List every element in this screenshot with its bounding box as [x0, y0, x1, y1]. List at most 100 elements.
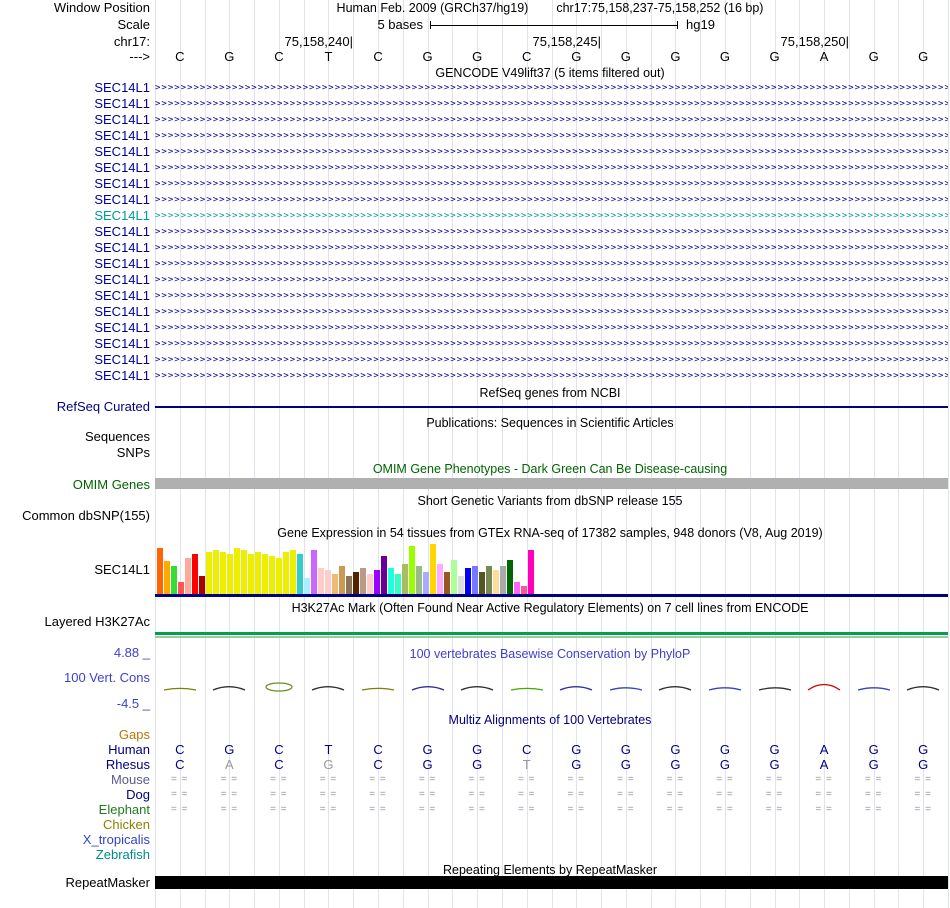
- gtex-expression-bar[interactable]: [360, 568, 366, 594]
- gtex-expression-bar[interactable]: [514, 582, 520, 594]
- gtex-expression-bar[interactable]: [339, 566, 345, 594]
- gtex-expression-bar[interactable]: [493, 570, 499, 594]
- gtex-expression-bar[interactable]: [213, 550, 219, 594]
- gtex-expression-bar[interactable]: [304, 578, 310, 594]
- gencode-transcript[interactable]: >>>>>>>>>>>>>>>>>>>>>>>>>>>>>>>>>>>>>>>>…: [155, 82, 948, 96]
- gtex-expression-bar[interactable]: [325, 570, 331, 594]
- gtex-expression-bar[interactable]: [395, 574, 401, 594]
- gencode-item-label[interactable]: SEC14L1: [0, 193, 150, 207]
- gencode-transcript[interactable]: >>>>>>>>>>>>>>>>>>>>>>>>>>>>>>>>>>>>>>>>…: [155, 98, 948, 112]
- gencode-transcript[interactable]: >>>>>>>>>>>>>>>>>>>>>>>>>>>>>>>>>>>>>>>>…: [155, 290, 948, 304]
- gencode-item-label[interactable]: SEC14L1: [0, 337, 150, 351]
- gtex-expression-bar[interactable]: [381, 556, 387, 594]
- gtex-expression-bar[interactable]: [283, 552, 289, 594]
- repeatmasker-bar[interactable]: [155, 876, 948, 889]
- gtex-expression-bar[interactable]: [479, 572, 485, 594]
- gtex-expression-bar[interactable]: [297, 554, 303, 594]
- gencode-item-label[interactable]: SEC14L1: [0, 289, 150, 303]
- gtex-expression-bar[interactable]: [465, 568, 471, 594]
- gencode-transcript[interactable]: >>>>>>>>>>>>>>>>>>>>>>>>>>>>>>>>>>>>>>>>…: [155, 306, 948, 320]
- gtex-expression-bar[interactable]: [185, 558, 191, 594]
- species-label-zebrafish[interactable]: Zebrafish: [0, 848, 150, 862]
- gencode-item-label[interactable]: SEC14L1: [0, 161, 150, 175]
- gencode-transcript[interactable]: >>>>>>>>>>>>>>>>>>>>>>>>>>>>>>>>>>>>>>>>…: [155, 274, 948, 288]
- gtex-expression-bar[interactable]: [248, 554, 254, 594]
- gtex-expression-bar[interactable]: [290, 550, 296, 594]
- gencode-item-label[interactable]: SEC14L1: [0, 241, 150, 255]
- gtex-expression-bar[interactable]: [311, 550, 317, 594]
- gtex-expression-bar[interactable]: [444, 572, 450, 594]
- gencode-item-label[interactable]: SEC14L1: [0, 113, 150, 127]
- gencode-item-label[interactable]: SEC14L1: [0, 369, 150, 383]
- species-label-mouse[interactable]: Mouse: [0, 773, 150, 787]
- gencode-item-label[interactable]: SEC14L1: [0, 177, 150, 191]
- species-label-gaps[interactable]: Gaps: [0, 728, 150, 742]
- gtex-gene-label[interactable]: SEC14L1: [0, 563, 150, 577]
- gencode-transcript[interactable]: >>>>>>>>>>>>>>>>>>>>>>>>>>>>>>>>>>>>>>>>…: [155, 354, 948, 368]
- gtex-expression-bar[interactable]: [269, 556, 275, 594]
- gtex-expression-bar[interactable]: [409, 546, 415, 594]
- gencode-item-label[interactable]: SEC14L1: [0, 273, 150, 287]
- gencode-transcript[interactable]: >>>>>>>>>>>>>>>>>>>>>>>>>>>>>>>>>>>>>>>>…: [155, 178, 948, 192]
- gencode-transcript[interactable]: >>>>>>>>>>>>>>>>>>>>>>>>>>>>>>>>>>>>>>>>…: [155, 130, 948, 144]
- gtex-expression-bar[interactable]: [528, 550, 534, 594]
- gtex-expression-bar[interactable]: [430, 544, 436, 594]
- gtex-expression-bar[interactable]: [500, 566, 506, 594]
- gtex-expression-bar[interactable]: [451, 560, 457, 594]
- gtex-expression-bar[interactable]: [192, 554, 198, 594]
- repeatmasker-track-label[interactable]: RepeatMasker: [0, 876, 150, 890]
- sequences-track-label[interactable]: Sequences: [0, 430, 150, 444]
- gtex-expression-bar[interactable]: [346, 576, 352, 594]
- gencode-item-label[interactable]: SEC14L1: [0, 257, 150, 271]
- gtex-expression-bar[interactable]: [437, 564, 443, 594]
- species-label-human[interactable]: Human: [0, 743, 150, 757]
- gtex-expression-bar[interactable]: [220, 552, 226, 594]
- gencode-item-label[interactable]: SEC14L1: [0, 321, 150, 335]
- gtex-expression-bar[interactable]: [402, 564, 408, 594]
- gencode-transcript[interactable]: >>>>>>>>>>>>>>>>>>>>>>>>>>>>>>>>>>>>>>>>…: [155, 322, 948, 336]
- gtex-expression-bar[interactable]: [241, 550, 247, 594]
- gtex-expression-bar[interactable]: [374, 570, 380, 594]
- gtex-expression-bar[interactable]: [458, 576, 464, 594]
- gencode-item-label[interactable]: SEC14L1: [0, 353, 150, 367]
- gencode-item-label[interactable]: SEC14L1: [0, 145, 150, 159]
- gencode-item-label[interactable]: SEC14L1: [0, 81, 150, 95]
- species-label-x_tropicalis[interactable]: X_tropicalis: [0, 833, 150, 847]
- gencode-transcript[interactable]: >>>>>>>>>>>>>>>>>>>>>>>>>>>>>>>>>>>>>>>>…: [155, 194, 948, 208]
- phylop-track-label[interactable]: 100 Vert. Cons: [0, 671, 150, 685]
- species-label-dog[interactable]: Dog: [0, 788, 150, 802]
- refseq-curated-label[interactable]: RefSeq Curated: [0, 400, 150, 414]
- gtex-expression-bar[interactable]: [276, 558, 282, 594]
- gencode-transcript[interactable]: >>>>>>>>>>>>>>>>>>>>>>>>>>>>>>>>>>>>>>>>…: [155, 370, 948, 384]
- gtex-expression-bar[interactable]: [234, 548, 240, 594]
- h3k27ac-track-label[interactable]: Layered H3K27Ac: [0, 615, 150, 629]
- gencode-transcript[interactable]: >>>>>>>>>>>>>>>>>>>>>>>>>>>>>>>>>>>>>>>>…: [155, 162, 948, 176]
- omim-genes-label[interactable]: OMIM Genes: [0, 478, 150, 492]
- snps-track-label[interactable]: SNPs: [0, 446, 150, 460]
- gtex-expression-bar[interactable]: [262, 554, 268, 594]
- gencode-transcript[interactable]: >>>>>>>>>>>>>>>>>>>>>>>>>>>>>>>>>>>>>>>>…: [155, 146, 948, 160]
- gtex-expression-bar[interactable]: [199, 576, 205, 594]
- gencode-transcript[interactable]: >>>>>>>>>>>>>>>>>>>>>>>>>>>>>>>>>>>>>>>>…: [155, 226, 948, 240]
- species-label-chicken[interactable]: Chicken: [0, 818, 150, 832]
- gtex-expression-bar[interactable]: [486, 566, 492, 594]
- gtex-expression-bar[interactable]: [367, 574, 373, 594]
- gtex-expression-bar[interactable]: [472, 566, 478, 594]
- gencode-item-label[interactable]: SEC14L1: [0, 209, 150, 223]
- gtex-expression-bar[interactable]: [227, 554, 233, 594]
- gencode-transcript[interactable]: >>>>>>>>>>>>>>>>>>>>>>>>>>>>>>>>>>>>>>>>…: [155, 114, 948, 128]
- species-label-elephant[interactable]: Elephant: [0, 803, 150, 817]
- dbsnp-track-label[interactable]: Common dbSNP(155): [0, 509, 150, 523]
- gtex-expression-bar[interactable]: [521, 586, 527, 594]
- gencode-item-label[interactable]: SEC14L1: [0, 225, 150, 239]
- gencode-transcript[interactable]: >>>>>>>>>>>>>>>>>>>>>>>>>>>>>>>>>>>>>>>>…: [155, 210, 948, 224]
- gtex-expression-bar[interactable]: [423, 572, 429, 594]
- gtex-expression-bar[interactable]: [318, 568, 324, 594]
- gtex-expression-bar[interactable]: [353, 572, 359, 594]
- gtex-expression-bar[interactable]: [507, 560, 513, 594]
- refseq-curated-item[interactable]: [155, 406, 948, 408]
- gtex-expression-bar[interactable]: [255, 552, 261, 594]
- gtex-expression-bar[interactable]: [388, 568, 394, 594]
- omim-genes-bar[interactable]: [155, 478, 948, 489]
- gtex-expression-bar[interactable]: [157, 548, 163, 594]
